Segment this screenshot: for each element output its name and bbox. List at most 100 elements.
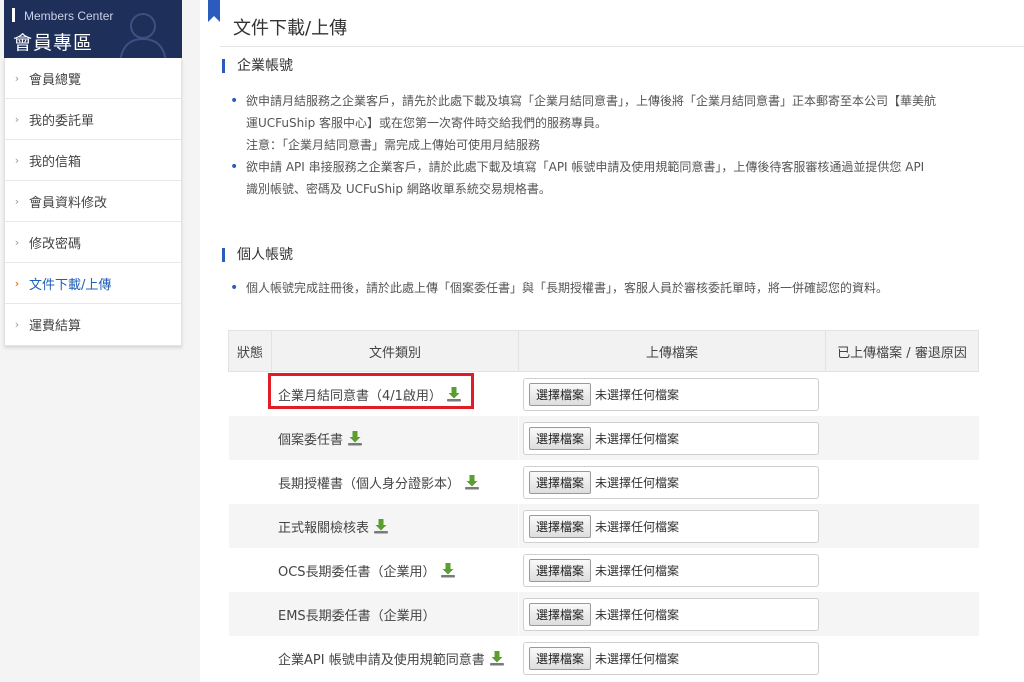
- choose-file-button[interactable]: 選擇檔案: [529, 426, 592, 450]
- sidebar-item-freight-settlement[interactable]: › 運費結算: [5, 304, 181, 345]
- table-header-row: 狀態 文件類別 上傳檔案 已上傳檔案 / 審退原因: [228, 330, 979, 372]
- list-item: 欲申請 API 串接服務之企業客戶，請於此處下載及填寫「API 帳號申請及使用規…: [228, 156, 1008, 200]
- upload-cell: 選擇檔案 未選擇任何檔案: [518, 416, 826, 460]
- uploaded-cell: [825, 592, 979, 636]
- sidebar-item-edit-profile[interactable]: › 會員資料修改: [5, 181, 181, 222]
- sidebar: Members Center 會員專區 › 會員總覽 › 我的委託單 › 我的信…: [4, 0, 182, 346]
- instruction-text: 個人帳號完成註冊後，請於此處上傳「個案委任書」與「長期授權書」，客服人員於審核委…: [246, 281, 889, 295]
- sidebar-item-label: 我的信箱: [29, 154, 82, 170]
- file-status-text: 未選擇任何檔案: [595, 519, 680, 534]
- choose-file-button[interactable]: 選擇檔案: [529, 558, 592, 582]
- sidebar-menu: › 會員總覽 › 我的委託單 › 我的信箱 › 會員資料修改 › 修改密碼 › …: [4, 58, 182, 346]
- file-status-text: 未選擇任何檔案: [595, 431, 680, 446]
- download-icon[interactable]: [373, 518, 389, 534]
- sidebar-item-mailbox[interactable]: › 我的信箱: [5, 140, 181, 181]
- column-header-status: 狀態: [228, 330, 272, 372]
- type-cell: 企業月結同意書（4/1啟用）: [268, 372, 519, 417]
- table-row: OCS長期委任書（企業用） 選擇檔案 未選擇任何檔案: [229, 548, 979, 592]
- title-divider: [220, 46, 1024, 47]
- choose-file-button[interactable]: 選擇檔案: [529, 470, 592, 494]
- enterprise-instructions: 欲申請月結服務之企業客戶，請先於此處下載及填寫「企業月結同意書」，上傳後將「企業…: [228, 90, 1008, 200]
- file-status-text: 未選擇任何檔案: [595, 387, 680, 402]
- type-cell: 企業API 帳號申請及使用規範同意書: [272, 636, 519, 680]
- sidebar-title-en: Members Center: [24, 9, 114, 23]
- download-icon[interactable]: [464, 474, 480, 490]
- table-row: 企業API 帳號申請及使用規範同意書 選擇檔案 未選擇任何檔案: [229, 636, 979, 680]
- upload-cell: 選擇檔案 未選擇任何檔案: [519, 636, 826, 680]
- status-cell: [228, 592, 272, 636]
- chevron-right-icon: ›: [14, 112, 20, 126]
- instruction-text: 欲申請月結服務之企業客戶，請先於此處下載及填寫「企業月結同意書」，上傳後將「企業…: [246, 94, 937, 108]
- sidebar-item-change-password[interactable]: › 修改密碼: [5, 222, 181, 263]
- upload-cell: 選擇檔案 未選擇任何檔案: [519, 372, 826, 417]
- sidebar-item-documents[interactable]: › 文件下載/上傳: [5, 263, 181, 304]
- file-input[interactable]: 選擇檔案 未選擇任何檔案: [523, 377, 819, 411]
- document-name: 個案委任書: [278, 432, 344, 448]
- document-name: 正式報關檢核表: [278, 520, 370, 536]
- page-title: 文件下載/上傳: [233, 18, 348, 39]
- uploaded-cell: [826, 548, 979, 592]
- section-heading-personal: 個人帳號: [222, 248, 293, 262]
- type-cell: EMS長期委任書（企業用）: [271, 592, 519, 636]
- file-input[interactable]: 選擇檔案 未選擇任何檔案: [523, 597, 819, 631]
- uploaded-cell: [826, 636, 979, 680]
- download-icon[interactable]: [347, 430, 363, 446]
- file-input[interactable]: 選擇檔案 未選擇任何檔案: [523, 421, 819, 455]
- download-icon[interactable]: [440, 562, 456, 578]
- uploaded-cell: [826, 460, 979, 504]
- list-item: 個人帳號完成註冊後，請於此處上傳「個案委任書」與「長期授權書」，客服人員於審核委…: [228, 277, 1008, 299]
- status-cell: [229, 460, 272, 504]
- choose-file-button[interactable]: 選擇檔案: [529, 646, 592, 670]
- documents-table: 狀態 文件類別 上傳檔案 已上傳檔案 / 審退原因 企業月結同意書（4/1啟用）: [228, 330, 979, 680]
- sidebar-title-zh: 會員專區: [13, 32, 94, 54]
- download-icon[interactable]: [446, 386, 462, 402]
- file-input[interactable]: 選擇檔案 未選擇任何檔案: [523, 465, 819, 499]
- status-cell: [228, 504, 272, 548]
- sidebar-item-my-orders[interactable]: › 我的委託單: [5, 99, 181, 140]
- table-row: 個案委任書 選擇檔案 未選擇任何檔案: [228, 416, 979, 460]
- file-status-text: 未選擇任何檔案: [595, 607, 680, 622]
- sidebar-item-label: 會員資料修改: [29, 195, 108, 211]
- status-cell: [229, 372, 272, 417]
- document-name: EMS長期委任書（企業用）: [278, 608, 436, 624]
- column-header-upload: 上傳檔案: [518, 330, 826, 372]
- sidebar-item-label: 運費結算: [29, 319, 82, 334]
- download-icon[interactable]: [489, 650, 505, 666]
- sidebar-item-overview[interactable]: › 會員總覽: [5, 58, 181, 99]
- instruction-text: 運UCFuShip 客服中心】或在您第一次寄件時交給我們的服務專員。: [246, 116, 608, 130]
- upload-cell: 選擇檔案 未選擇任何檔案: [519, 548, 826, 592]
- sidebar-item-label: 會員總覽: [29, 72, 82, 88]
- file-input[interactable]: 選擇檔案 未選擇任何檔案: [523, 641, 819, 675]
- uploaded-cell: [825, 504, 979, 548]
- sidebar-item-label: 文件下載/上傳: [29, 277, 112, 293]
- user-silhouette-icon: [114, 6, 172, 58]
- chevron-right-icon: ›: [14, 194, 20, 208]
- choose-file-button[interactable]: 選擇檔案: [529, 602, 592, 626]
- file-status-text: 未選擇任何檔案: [595, 651, 680, 666]
- table-row: EMS長期委任書（企業用） 選擇檔案 未選擇任何檔案: [228, 592, 979, 636]
- sidebar-header: Members Center 會員專區: [4, 0, 182, 58]
- upload-cell: 選擇檔案 未選擇任何檔案: [518, 504, 826, 548]
- choose-file-button[interactable]: 選擇檔案: [529, 382, 592, 406]
- upload-cell: 選擇檔案 未選擇任何檔案: [518, 592, 826, 636]
- upload-cell: 選擇檔案 未選擇任何檔案: [519, 460, 826, 504]
- instruction-note: 注意：「企業月結同意書」需完成上傳始可使用月結服務: [246, 138, 541, 152]
- uploaded-cell: [825, 416, 979, 460]
- personal-instructions: 個人帳號完成註冊後，請於此處上傳「個案委任書」與「長期授權書」，客服人員於審核委…: [228, 277, 1008, 299]
- chevron-right-icon: ›: [14, 71, 20, 85]
- choose-file-button[interactable]: 選擇檔案: [529, 514, 592, 538]
- table-row: 企業月結同意書（4/1啟用） 選擇檔案 未選擇任何檔案: [229, 372, 979, 417]
- file-input[interactable]: 選擇檔案 未選擇任何檔案: [523, 509, 819, 543]
- type-cell: 正式報關檢核表: [271, 504, 519, 548]
- instruction-text: 識別帳號、密碼及 UCFuShip 網路收單系統交易規格書。: [246, 182, 551, 196]
- chevron-right-icon: ›: [14, 153, 20, 167]
- chevron-right-icon: ›: [14, 235, 20, 249]
- file-input[interactable]: 選擇檔案 未選擇任何檔案: [523, 553, 819, 587]
- chevron-right-icon: ›: [14, 318, 20, 331]
- header-accent-bar: [12, 8, 15, 22]
- document-name: 企業API 帳號申請及使用規範同意書: [278, 652, 485, 668]
- uploaded-cell: [826, 372, 979, 417]
- status-cell: [229, 636, 272, 680]
- table-row: 正式報關檢核表 選擇檔案 未選擇任何檔案: [228, 504, 979, 548]
- type-cell: 個案委任書: [271, 416, 519, 460]
